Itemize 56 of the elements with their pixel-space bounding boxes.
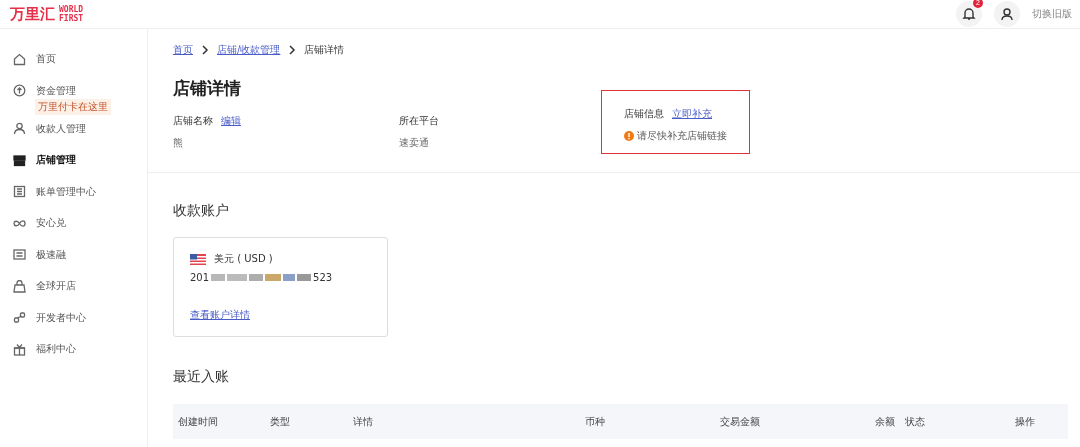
promo-tag: 万里付卡在这里 xyxy=(35,98,111,115)
section-title: 最近入账 xyxy=(173,368,230,386)
chevron-right-icon xyxy=(201,45,209,55)
store-icon xyxy=(13,153,26,167)
shop-icon xyxy=(13,279,26,293)
home-icon xyxy=(13,52,26,66)
currency-label: 美元 ( USD ) xyxy=(214,252,273,266)
sidebar-item[interactable]: 店铺管理 xyxy=(0,152,147,184)
breadcrumb-link[interactable]: 首页 xyxy=(173,43,193,57)
column-header: 操作 xyxy=(1014,414,1036,429)
flag-icon xyxy=(190,253,206,265)
column-header: 余额 xyxy=(874,414,896,429)
account-number: 523 xyxy=(313,272,333,283)
list-icon xyxy=(13,185,26,198)
sidebar-item[interactable]: 资金管理 万里付卡在这里 xyxy=(0,82,147,121)
sidebar-item[interactable]: 开发者中心 xyxy=(0,309,147,341)
column-header: 交易金额 xyxy=(719,414,761,429)
column-header: 币种 xyxy=(584,414,606,429)
switch-version-link[interactable]: 切换旧版 xyxy=(1032,7,1072,21)
upload-icon xyxy=(13,84,26,97)
field-label: 店铺名称 xyxy=(173,114,213,128)
sidebar-item[interactable]: 全球开店 xyxy=(0,278,147,310)
gift-icon xyxy=(13,342,26,356)
logo-text: 万里汇 xyxy=(10,4,55,24)
field-action-link[interactable]: 编辑 xyxy=(221,114,241,128)
bell-icon xyxy=(962,7,976,21)
account-number: 201 xyxy=(190,272,210,283)
column-header: 状态 xyxy=(904,414,926,429)
account-details-link[interactable]: 查看账户详情 xyxy=(190,308,371,322)
sidebar-item[interactable]: 福利中心 xyxy=(0,341,147,373)
sidebar-item[interactable]: 安心兑 xyxy=(0,215,147,247)
warning-text: 请尽快补充店铺链接 xyxy=(637,129,727,143)
breadcrumb-link[interactable]: 店铺/收款管理 xyxy=(217,43,281,57)
person-icon xyxy=(1000,7,1014,21)
logo-subtext: WORLD xyxy=(59,5,84,14)
warning-icon xyxy=(624,131,634,141)
page-title: 店铺详情 xyxy=(173,77,242,100)
field-action-link[interactable]: 立即补充 xyxy=(672,107,712,121)
column-header: 详情 xyxy=(352,414,374,429)
field-label: 所在平台 xyxy=(399,114,439,128)
link-icon xyxy=(13,311,26,324)
column-header: 创建时间 xyxy=(177,414,219,429)
chevron-right-icon xyxy=(288,45,297,55)
account-button[interactable] xyxy=(994,1,1020,27)
sidebar-item[interactable]: 首页 xyxy=(0,51,147,83)
current-page-label: 店铺详情 xyxy=(304,43,345,57)
logo-subtext: FIRST xyxy=(59,14,84,23)
field-value: 速卖通 xyxy=(399,136,430,150)
section-title: 收款账户 xyxy=(173,202,230,220)
field-value: 熊 xyxy=(173,136,184,150)
sidebar-item[interactable]: 极速融 xyxy=(0,246,147,278)
person-icon xyxy=(13,122,26,135)
sidebar-item[interactable]: 账单管理中心 xyxy=(0,183,147,215)
column-header: 类型 xyxy=(269,414,291,429)
field-label: 店铺信息 xyxy=(624,107,664,121)
sidebar-item[interactable]: 收款人管理 xyxy=(0,120,147,152)
